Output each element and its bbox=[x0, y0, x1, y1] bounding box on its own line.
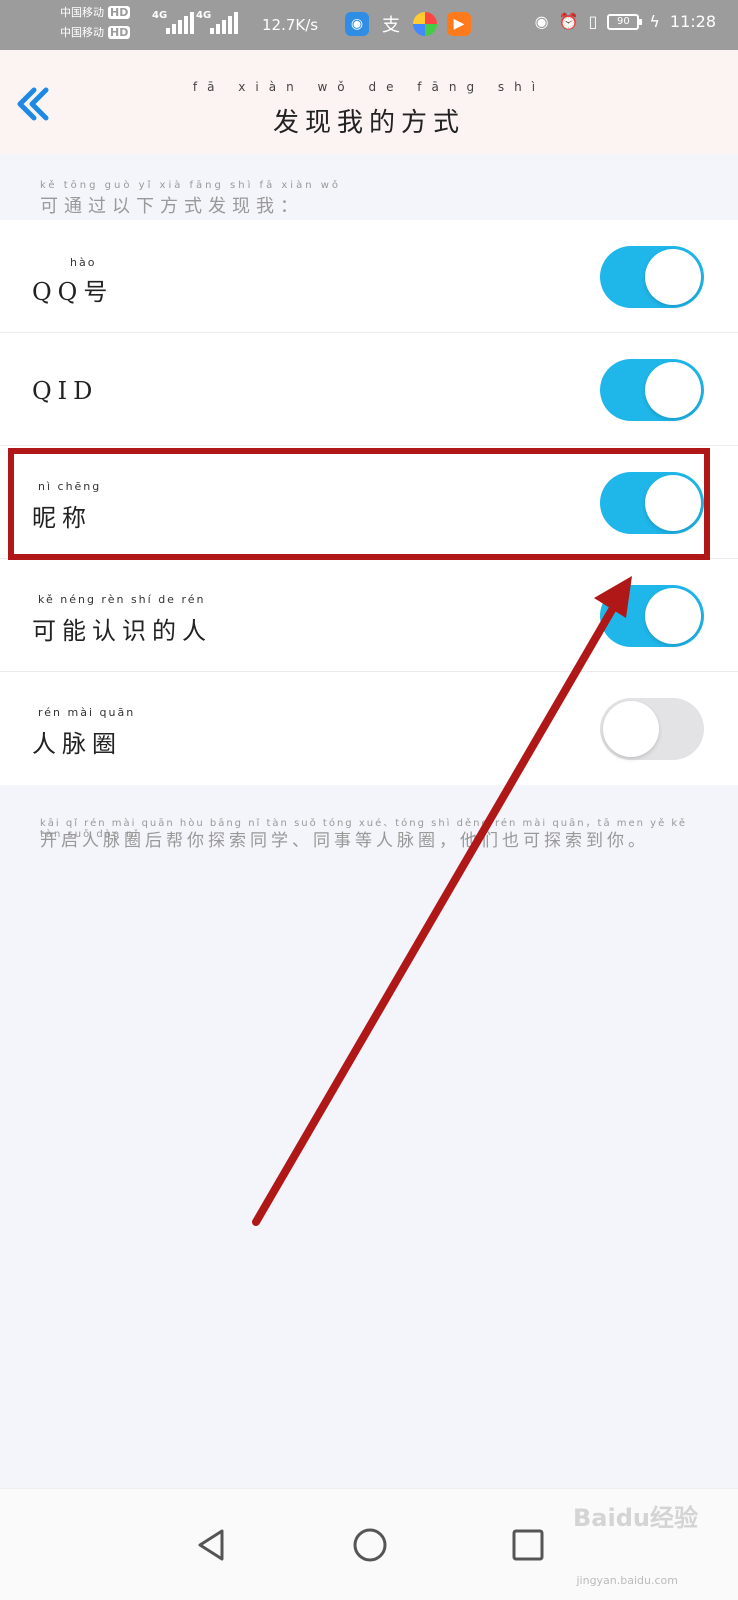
browser-app-icon: ◉ bbox=[345, 12, 369, 36]
option-pinyin: hào bbox=[70, 256, 97, 269]
carrier-info: 中国移动 HD 中国移动 HD bbox=[60, 4, 131, 42]
toggle-knob bbox=[603, 701, 659, 757]
option-pinyin: kě néng rèn shí de rén bbox=[38, 593, 206, 606]
option-people-you-may-know: kě néng rèn shí de rén 可能认识的人 bbox=[0, 559, 738, 672]
toggle-qq-number[interactable] bbox=[600, 246, 704, 308]
system-icons: ◉ ⏰ ▯ 90 ϟ 11:28 bbox=[535, 12, 716, 31]
toggle-qid[interactable] bbox=[600, 359, 704, 421]
header: fā xiàn wǒ de fāng shì 发现我的方式 bbox=[0, 50, 738, 154]
watermark-url: jingyan.baidu.com bbox=[576, 1574, 678, 1587]
nav-back-icon[interactable] bbox=[194, 1527, 230, 1563]
nav-recent-icon[interactable] bbox=[510, 1527, 546, 1563]
option-qid: QID bbox=[0, 333, 738, 446]
option-label: QQ号 bbox=[32, 278, 114, 306]
toggle-knob bbox=[645, 362, 701, 418]
section-hint: 可通过以下方式发现我： bbox=[40, 196, 304, 217]
signal-icon bbox=[166, 12, 194, 34]
note-text: 开启人脉圈后帮你探索同学、同事等人脉圈，他们也可探索到你。 bbox=[40, 831, 649, 851]
nav-home-icon[interactable] bbox=[352, 1527, 388, 1563]
toggle-network-circle[interactable] bbox=[600, 698, 704, 760]
charging-icon: ϟ bbox=[649, 12, 660, 31]
notification-icons: ◉ 支 ▶ bbox=[345, 12, 471, 36]
toggle-people-you-may-know[interactable] bbox=[600, 585, 704, 647]
eye-icon: ◉ bbox=[534, 12, 549, 31]
option-label: 人脉圈 bbox=[32, 730, 122, 758]
clock: 11:28 bbox=[669, 12, 716, 31]
network-type-2: 4G bbox=[196, 10, 212, 21]
battery-icon: 90 bbox=[607, 13, 643, 30]
alarm-icon: ⏰ bbox=[558, 12, 579, 31]
watermark-logo: Baidu经验 bbox=[573, 1504, 698, 1532]
network-speed: 12.7K/s bbox=[262, 16, 319, 34]
option-qq-number: hào QQ号 bbox=[0, 220, 738, 333]
annotation-highlight-box bbox=[8, 448, 710, 560]
option-label: QID bbox=[32, 377, 99, 405]
carrier-2: 中国移动 bbox=[60, 26, 104, 39]
signal-icon-2 bbox=[210, 12, 238, 34]
page-title-pinyin: fā xiàn wǒ de fāng shì bbox=[192, 80, 546, 94]
hd-badge-2: HD bbox=[108, 26, 131, 39]
toggle-knob bbox=[645, 588, 701, 644]
toggle-knob bbox=[645, 249, 701, 305]
hd-badge: HD bbox=[108, 6, 131, 19]
option-label: 可能认识的人 bbox=[32, 617, 212, 645]
option-network-circle: rén mài quān 人脉圈 bbox=[0, 672, 738, 785]
vibrate-icon: ▯ bbox=[588, 12, 598, 31]
alipay-app-icon: 支 bbox=[382, 15, 400, 36]
video-app-icon: ▶ bbox=[447, 12, 471, 36]
status-bar: 中国移动 HD 中国移动 HD 4G 4G 12.7K/s ◉ 支 ▶ ◉ ⏰ ▯ … bbox=[0, 0, 738, 50]
page-title: 发现我的方式 bbox=[272, 108, 465, 138]
option-pinyin: rén mài quān bbox=[38, 706, 136, 719]
section-hint-pinyin: kě tōng guò yǐ xià fāng shì fā xiàn wǒ bbox=[40, 180, 342, 191]
network-type-1: 4G bbox=[152, 10, 168, 21]
carrier-1: 中国移动 bbox=[60, 6, 104, 19]
photos-app-icon bbox=[413, 12, 437, 36]
